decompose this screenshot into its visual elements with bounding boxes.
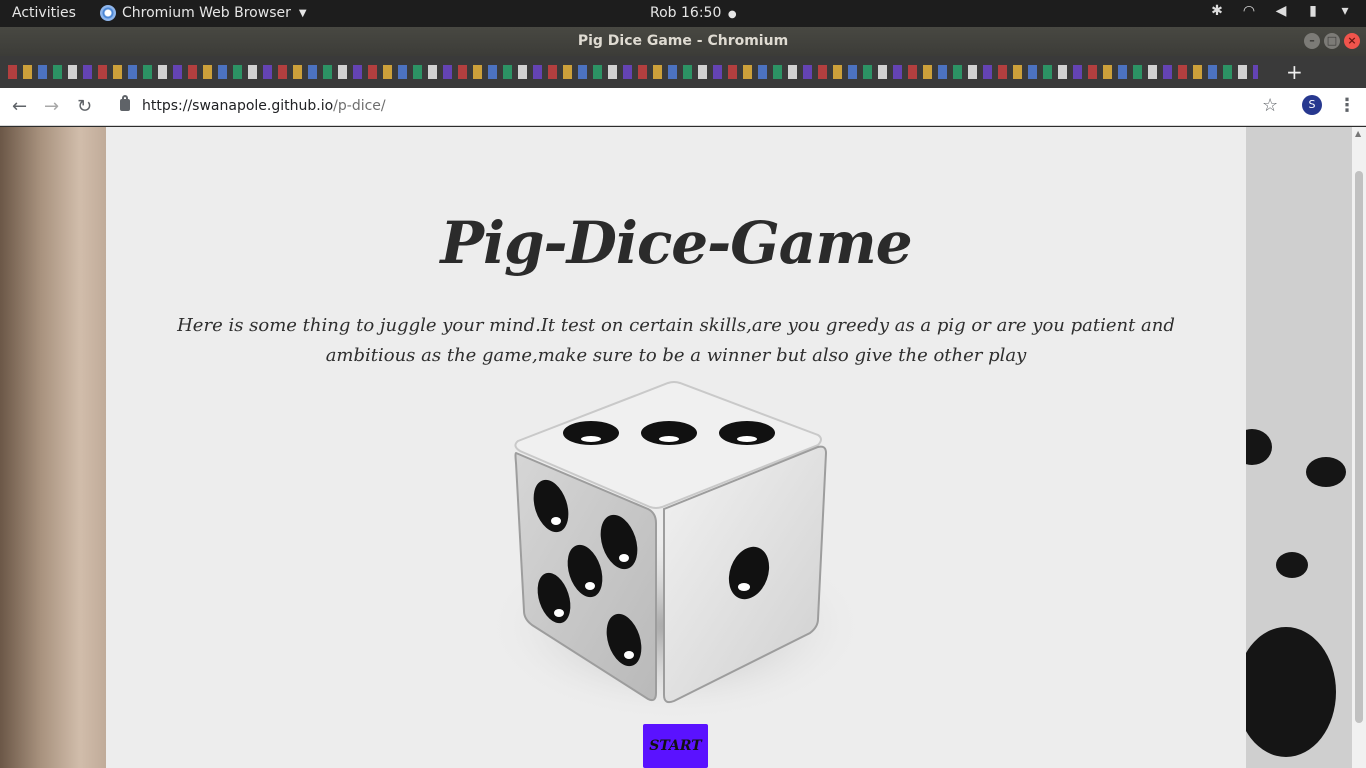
forward-arrow-icon[interactable]: →: [44, 96, 59, 117]
activities-button[interactable]: Activities: [12, 5, 76, 21]
lock-icon[interactable]: [120, 95, 130, 111]
bluetooth-icon[interactable]: ✱: [1208, 3, 1226, 19]
dice-image: [486, 381, 864, 721]
page-viewport: Pig-Dice-Game Here is some thing to jugg…: [0, 127, 1366, 768]
system-tray[interactable]: ✱ ◠ ◀ ▮ ▾: [1208, 3, 1354, 19]
wifi-icon[interactable]: ◠: [1240, 3, 1258, 19]
system-top-bar: Activities Chromium Web Browser ▼ Rob 16…: [0, 0, 1366, 27]
page-title: Pig-Dice-Game: [440, 209, 912, 277]
reload-icon[interactable]: ↻: [77, 96, 92, 117]
window-title-bar: Pig Dice Game - Chromium – □ ×: [0, 27, 1366, 56]
background-dice-image: [1246, 127, 1352, 768]
window-controls: – □ ×: [1304, 33, 1360, 49]
bookmark-star-icon[interactable]: ☆: [1262, 95, 1278, 116]
clock[interactable]: Rob 16:50 ●: [650, 5, 737, 21]
game-container: Pig-Dice-Game Here is some thing to jugg…: [106, 127, 1246, 768]
pinned-tabs[interactable]: [8, 65, 1258, 79]
minimize-icon[interactable]: –: [1304, 33, 1320, 49]
system-menu-icon[interactable]: ▾: [1336, 3, 1354, 19]
browser-toolbar: ← → ↻ https://swanapole.github.io/p-dice…: [0, 88, 1366, 126]
window-title: Pig Dice Game - Chromium: [577, 33, 789, 49]
more-menu-icon[interactable]: ⋮: [1338, 95, 1356, 116]
maximize-icon[interactable]: □: [1324, 33, 1340, 49]
close-icon[interactable]: ×: [1344, 33, 1360, 49]
chevron-down-icon: ▼: [298, 7, 307, 19]
back-arrow-icon[interactable]: ←: [12, 96, 27, 117]
app-menu-label: Chromium Web Browser: [122, 5, 291, 21]
tab-strip: +: [0, 56, 1366, 88]
new-tab-button[interactable]: +: [1286, 60, 1303, 84]
scroll-up-icon[interactable]: ▲: [1355, 129, 1361, 138]
clock-label: Rob 16:50: [650, 5, 722, 21]
start-button[interactable]: START: [643, 724, 708, 768]
url-host: https://swanapole.github.io: [142, 98, 334, 114]
profile-avatar[interactable]: S: [1302, 95, 1322, 115]
vertical-scrollbar[interactable]: ▲: [1352, 127, 1366, 768]
url-path: /p-dice/: [333, 98, 386, 114]
intro-text: Here is some thing to juggle your mind.I…: [177, 315, 1175, 366]
volume-icon[interactable]: ◀: [1272, 3, 1290, 19]
address-bar[interactable]: https://swanapole.github.io/p-dice/: [142, 98, 386, 114]
chromium-icon: [100, 5, 116, 21]
battery-icon[interactable]: ▮: [1304, 3, 1322, 19]
notification-dot-icon: ●: [727, 9, 737, 20]
scroll-thumb[interactable]: [1355, 171, 1363, 723]
app-menu[interactable]: Chromium Web Browser ▼: [100, 5, 307, 21]
